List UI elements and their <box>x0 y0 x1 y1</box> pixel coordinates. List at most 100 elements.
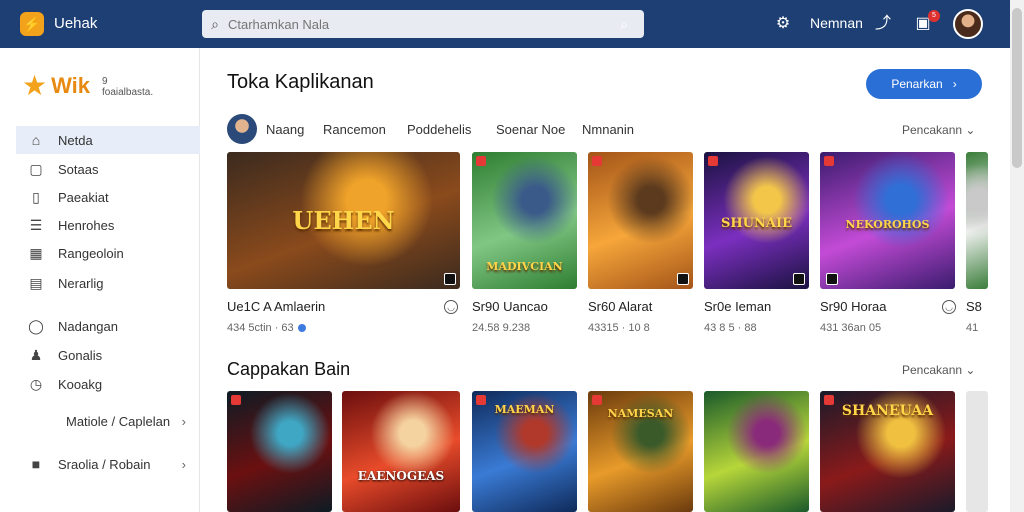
bookmark-icon: ▯ <box>32 188 40 205</box>
game-title[interactable]: Sr0e Ieman <box>704 299 771 314</box>
primary-button[interactable]: Penarkan › <box>866 69 982 99</box>
search-submit-icon[interactable]: ⌕ <box>604 16 644 33</box>
sidebar-item-label: Sraolia / Robain <box>58 456 151 472</box>
chevron-down-icon: ⌄ <box>965 363 976 377</box>
sidebar-item-label: Nadangan <box>58 318 118 334</box>
game-cover[interactable]: MAEMAN <box>472 391 577 512</box>
verified-icon <box>297 324 306 333</box>
user-icon: ♟ <box>29 346 43 363</box>
cover-title: NEKOROHOS <box>845 218 930 231</box>
game-title[interactable]: S8 <box>966 299 982 314</box>
game-cover[interactable]: NAMESAN <box>588 391 693 512</box>
chevron-down-icon: ⌄ <box>965 123 976 137</box>
badge-icon <box>592 156 602 166</box>
sidebar-item-label: Netda <box>58 132 93 148</box>
game-meta: 431 36an 05 <box>820 322 882 334</box>
filter-chip[interactable]: Soenar Noe <box>496 122 565 137</box>
sidebar-item-label: Gonalis <box>58 347 103 363</box>
game-meta: 43 8 5 · 88 <box>704 322 757 334</box>
game-cover[interactable] <box>588 152 693 289</box>
primary-button-label: Penarkan <box>891 77 943 91</box>
game-cover[interactable]: NEKOROHOS <box>820 152 955 289</box>
badge-icon <box>708 156 718 166</box>
app-store-icon <box>826 273 838 285</box>
game-cover[interactable] <box>966 152 988 289</box>
sidebar-item-label: Kooakg <box>58 376 103 392</box>
sidebar-item-matiole[interactable]: Matiole / Caplelan › <box>16 407 200 435</box>
game-cover[interactable]: MADIVCIAN <box>472 152 577 289</box>
brand-subtitle: 9 foaialbasta. <box>102 76 154 98</box>
badge-icon <box>824 156 834 166</box>
sidebar-item-henrohes[interactable]: ☰ Henrohes <box>16 211 200 239</box>
chevron-right-icon: › <box>181 413 186 429</box>
search-bar[interactable]: ⌕ ⌕ <box>202 10 644 38</box>
sidebar-item-label: Henrohes <box>58 217 115 233</box>
game-cover[interactable]: UEHEN <box>227 152 460 289</box>
cover-title: MAEMAN <box>494 403 555 416</box>
cover-title: SHUNAIE <box>721 216 792 231</box>
see-more-link[interactable]: Pencakann ⌄ <box>902 123 975 137</box>
sidebar-item-nerarlig[interactable]: ▤ Nerarlig <box>16 269 200 297</box>
chevron-right-icon: › <box>181 456 186 472</box>
game-cover[interactable] <box>966 391 988 512</box>
app-store-icon <box>444 273 456 285</box>
game-meta: 41 <box>966 322 979 334</box>
clock-icon: ◷ <box>29 375 43 392</box>
cover-title: NAMESAN <box>607 407 674 420</box>
rating-icon[interactable]: ◡ <box>942 300 956 314</box>
game-meta: 24.58 9.238 <box>472 322 531 334</box>
rating-icon[interactable]: ◡ <box>444 300 458 314</box>
filter-chip[interactable]: Poddehelis <box>407 122 471 137</box>
search-input[interactable] <box>228 16 604 32</box>
avatar[interactable] <box>953 9 983 39</box>
section-title: Toka Kaplikanan <box>227 71 374 93</box>
brand-logo[interactable]: ★ Wik <box>22 72 90 100</box>
sidebar-item-sraolia[interactable]: ■ Sraolia / Robain › <box>16 450 200 478</box>
square-icon: ▢ <box>29 160 43 177</box>
game-cover[interactable]: SHUNAIE <box>704 152 809 289</box>
sidebar-item-netda[interactable]: ⌂ Netda <box>16 126 200 154</box>
sidebar-item-paeakiat[interactable]: ▯ Paeakiat <box>16 183 200 211</box>
filter-chip[interactable]: Rancemon <box>323 122 386 137</box>
user-name-link[interactable]: Nemnan <box>810 15 863 31</box>
notification-badge: 5 <box>928 10 940 22</box>
sidebar-item-sotaas[interactable]: ▢ Sotaas <box>16 155 200 183</box>
sidebar-item-kooakg[interactable]: ◷ Kooakg <box>16 370 200 398</box>
game-title[interactable]: Sr90 Uancao <box>472 299 548 314</box>
cover-title: EAENOGEAS <box>357 469 445 483</box>
game-meta: 434 5ctin · 63 <box>227 322 306 334</box>
game-meta: 43315 · 10 8 <box>588 322 650 334</box>
game-cover[interactable] <box>704 391 809 512</box>
folder-icon: ▤ <box>29 274 43 291</box>
game-title[interactable]: Sr60 Alarat <box>588 299 652 314</box>
see-more-label: Pencakann <box>902 363 963 377</box>
sidebar-item-gonalis[interactable]: ♟ Gonalis <box>16 341 200 369</box>
filter-chip[interactable]: Naang <box>266 122 304 137</box>
game-cover[interactable] <box>227 391 332 512</box>
share-icon[interactable]: ⤴ <box>872 13 894 35</box>
brand-name: Wik <box>51 73 91 98</box>
sidebar-item-label: Matiole / Caplelan <box>66 413 171 429</box>
home-icon: ⌂ <box>31 132 41 148</box>
game-cover[interactable]: SHANEUAA <box>820 391 955 512</box>
cover-title: SHANEUAA <box>841 403 934 419</box>
filter-chip[interactable]: Nmnanin <box>582 122 634 137</box>
see-more-link[interactable]: Pencakann ⌄ <box>902 363 975 377</box>
cover-title: UEHEN <box>292 206 395 235</box>
see-more-label: Pencakann <box>902 123 963 137</box>
sidebar-item-rangeoloin[interactable]: ▦ Rangeoloin <box>16 239 200 267</box>
sidebar-item-nadangan[interactable]: ◯ Nadangan <box>16 312 200 340</box>
app-logo-icon[interactable]: ⚡ <box>20 12 44 36</box>
scrollbar-thumb[interactable] <box>1012 8 1022 168</box>
badge-icon <box>231 395 241 405</box>
game-cover[interactable]: EAENOGEAS <box>342 391 460 512</box>
app-title: Uehak <box>54 15 98 32</box>
badge-icon <box>592 395 602 405</box>
cover-title: MADIVCIAN <box>486 260 563 273</box>
chevron-right-icon: › <box>952 77 957 91</box>
settings-icon[interactable]: ⚙ <box>772 13 794 35</box>
game-title[interactable]: Ue1C A Amlaerin <box>227 299 325 314</box>
location-icon: ◯ <box>28 317 44 334</box>
avatar[interactable] <box>227 114 257 144</box>
game-title[interactable]: Sr90 Horaa <box>820 299 886 314</box>
